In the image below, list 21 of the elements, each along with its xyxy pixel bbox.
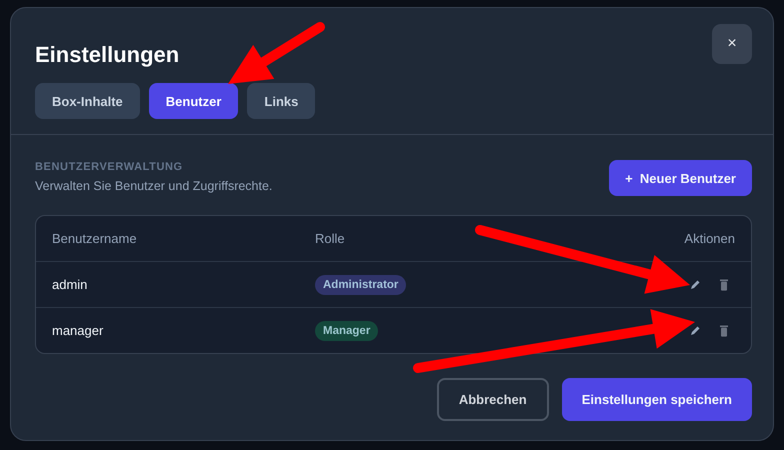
pencil-icon[interactable] (689, 278, 701, 290)
section-description: Verwalten Sie Benutzer und Zugriffsrechte. (35, 179, 272, 193)
username-cell-text: manager (52, 323, 104, 338)
new-user-button[interactable]: + Neuer Benutzer (609, 160, 752, 196)
column-header: Rolle (315, 231, 346, 246)
cancel-button[interactable]: Abbrechen (436, 378, 549, 421)
dialog-title: Einstellungen (35, 42, 180, 68)
pencil-icon[interactable] (689, 324, 701, 336)
tab[interactable]: Benutzer (148, 83, 238, 119)
close-button[interactable]: × (712, 24, 752, 64)
role-tag: Administrator (315, 274, 406, 294)
trash-icon[interactable] (719, 278, 729, 290)
tab[interactable]: Box-Inhalte (35, 83, 140, 119)
column-header: Benutzername (52, 231, 138, 246)
username-cell-text: admin (52, 277, 88, 292)
section-heading: BENUTZERVERWALTUNG (35, 161, 184, 173)
trash-icon[interactable] (719, 324, 729, 336)
column-header: Aktionen (684, 231, 735, 246)
save-button[interactable]: Einstellungen speichern (562, 378, 752, 421)
role-tag: Manager (315, 320, 378, 340)
tab[interactable]: Links (247, 83, 316, 119)
